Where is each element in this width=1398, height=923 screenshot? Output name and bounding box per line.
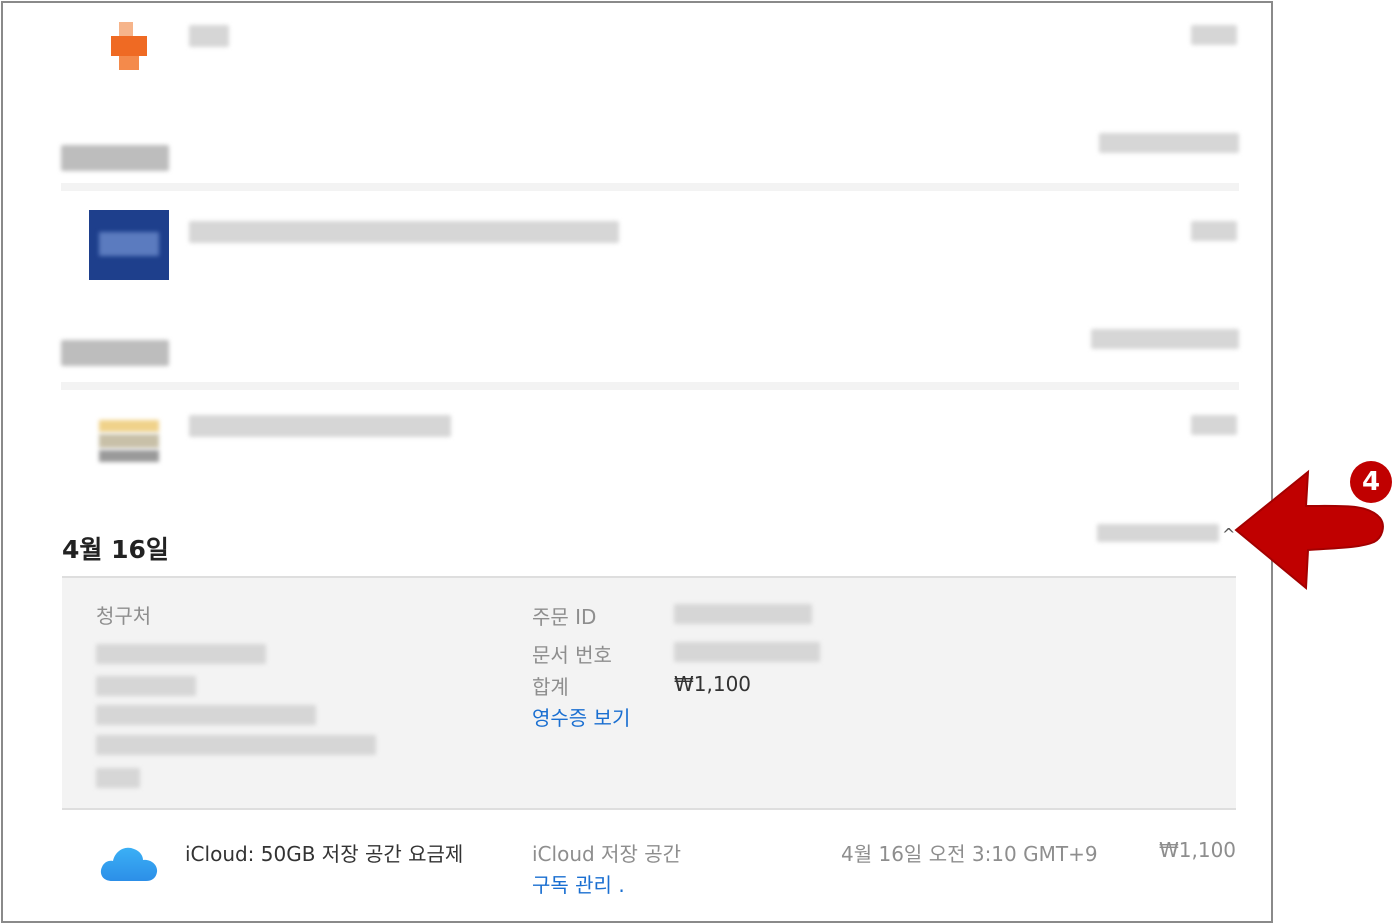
blurred-summary (1099, 133, 1239, 153)
separator (61, 183, 1239, 191)
blurred-billing-line (96, 676, 196, 696)
blurred-billing-line (96, 705, 316, 725)
blurred-document-number (674, 642, 820, 662)
document-number-label: 문서 번호 (532, 643, 612, 667)
purchase-history-window: 4월 16일 ^ 청구처 주문 ID 문서 번호 합계 ₩1,100 영수증 보… (1, 1, 1273, 923)
blurred-order-id (674, 604, 812, 624)
app-icon (99, 420, 159, 464)
total-value: ₩1,100 (674, 672, 752, 696)
blurred-date-header (61, 340, 169, 366)
cloud-icon (98, 841, 160, 883)
billing-label: 청구처 (96, 604, 152, 628)
manage-subscription-link[interactable]: 구독 관리 . (532, 869, 625, 898)
blurred-date-header (61, 145, 169, 171)
app-icon (89, 210, 169, 280)
blurred-summary (1097, 524, 1219, 542)
order-details-panel: 청구처 주문 ID 문서 번호 합계 ₩1,100 영수증 보기 (62, 576, 1236, 810)
blurred-billing-line (96, 768, 140, 788)
view-receipt-link[interactable]: 영수증 보기 (532, 702, 630, 731)
blurred-billing-line (96, 735, 376, 755)
blurred-price (1191, 25, 1237, 45)
date-header: 4월 16일 (62, 535, 169, 564)
item-name: iCloud: 50GB 저장 공간 요금제 (185, 842, 464, 866)
total-label: 합계 (532, 675, 569, 699)
item-price: ₩1,100 (1159, 838, 1237, 862)
blurred-price (1191, 221, 1237, 241)
blurred-title (189, 25, 229, 47)
app-icon (107, 20, 151, 72)
separator (61, 382, 1239, 390)
blurred-billing-line (96, 644, 266, 664)
blurred-price (1191, 415, 1237, 435)
blurred-title (189, 415, 451, 437)
blurred-title (189, 221, 619, 243)
order-id-label: 주문 ID (532, 605, 597, 629)
blurred-summary (1091, 329, 1239, 349)
item-datetime: 4월 16일 오전 3:10 GMT+9 (841, 842, 1098, 866)
item-category: iCloud 저장 공간 (532, 842, 682, 866)
step-number-badge: 4 (1350, 461, 1392, 503)
